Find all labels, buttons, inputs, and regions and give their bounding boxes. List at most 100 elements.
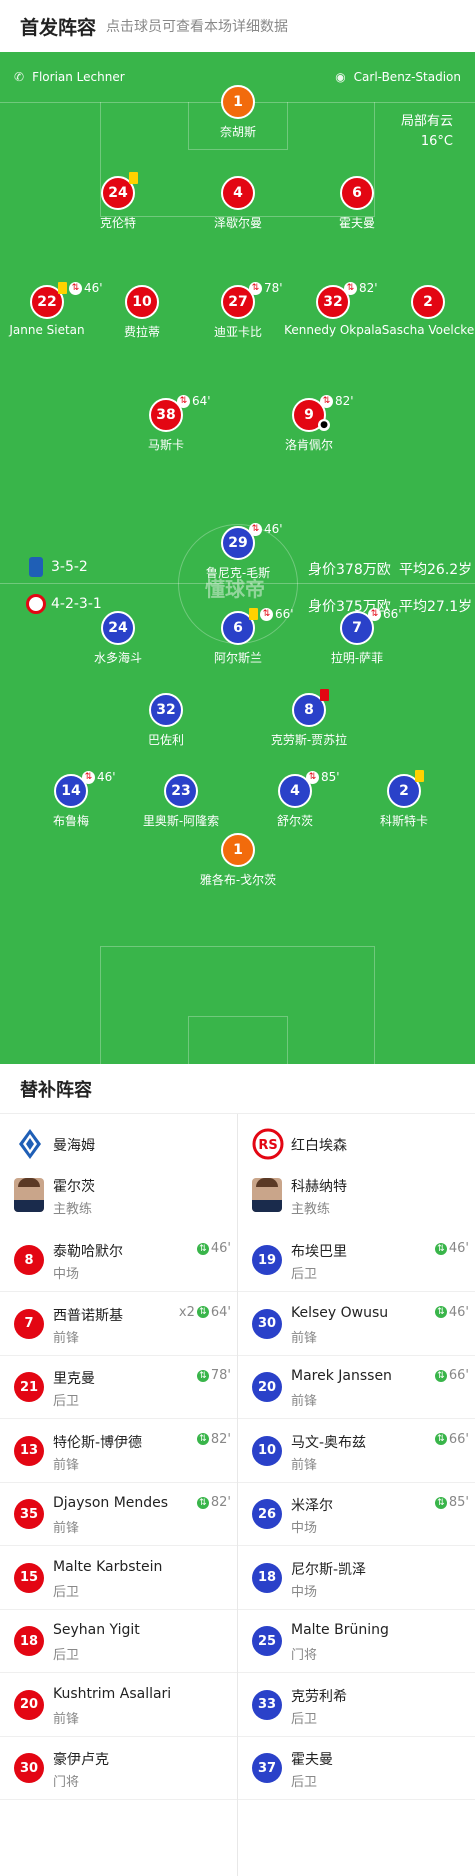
away-player-7[interactable]: 23 里奥斯-阿隆索 [126,774,236,834]
away-sub-row[interactable]: 25 Malte Brüning 门将 [238,1610,475,1673]
away-player-6[interactable]: 14 布鲁梅 ⇅ 46' [16,770,126,834]
sub-events: ⇅ 85' [434,1495,469,1510]
sub-position: 后卫 [291,1711,318,1727]
sub-out-icon: ⇅ [82,770,95,784]
sub-position: 门将 [53,1775,80,1790]
away-sub-row[interactable]: 18 尼尔斯-凯泽 中场 [238,1547,475,1610]
away-player-9[interactable]: 2 科斯特卡 [349,770,459,834]
event-minute: 66' [275,607,294,621]
player-name: Kennedy Okpala [284,323,382,337]
away-player-10[interactable]: 1 雅各布-戈尔茨 [183,833,293,893]
sub-name: Malte Brüning [291,1622,389,1638]
sub-events: ⇅ 78' [196,1368,231,1383]
referee-name: Florian Lechner [32,70,125,84]
sub-number: 18 [252,1562,282,1593]
home-player-3[interactable]: 6 霍夫曼 [302,176,412,236]
home-value: 身价378万欧 [308,562,391,578]
home-sub-row[interactable]: 30 豪伊卢克 门将 [0,1737,237,1800]
player-name: 奈胡斯 [219,125,256,139]
away-sub-row[interactable]: 20 Marek Janssen 前锋 ⇅ 66' [238,1356,475,1419]
player-name: Sascha Voelcke [381,323,475,337]
whistle-icon: ✆ [14,70,25,84]
home-coach-role: 主教练 [53,1202,93,1217]
player-events [129,172,138,184]
home-sub-row[interactable]: 18 Seyhan Yigit 后卫 [0,1610,237,1673]
home-player-0[interactable]: 1 奈胡斯 [183,85,293,145]
home-player-10[interactable]: 9 洛肯佩尔 ⇅ 82' ● [254,394,364,458]
sub-out-icon: ⇅ [249,522,262,536]
sub-position: 中场 [53,1267,80,1282]
player-events: ⇅ 66' [249,607,294,621]
referee: ✆ Florian Lechner [14,70,125,84]
player-name: 鲁尼克-毛斯 [205,566,271,580]
sub-out-icon: ⇅ [306,770,319,784]
pitch: ✆ Florian Lechner ◉ Carl-Benz-Stadion 局部有云… [0,52,475,1064]
home-player-6[interactable]: 27 迪亚卡比 ⇅ 78' [183,281,293,345]
page-header: 首发阵容 点击球员可查看本场详细数据 [0,0,475,52]
sub-in-minute: 46' [210,1241,231,1256]
sub-number: 35 [14,1499,44,1529]
sub-name: Kushtrim Asallari [53,1685,172,1702]
home-player-7[interactable]: 32 Kennedy Okpala ⇅ 82' [278,281,388,345]
sub-in-icon: ⇅ [434,1496,447,1509]
sub-name: 米泽尔 [291,1498,333,1514]
sub-number: 26 [252,1499,282,1529]
away-sub-row[interactable]: 26 米泽尔 中场 ⇅ 85' [238,1483,475,1546]
away-player-5[interactable]: 8 克劳斯-贾苏拉 [254,689,364,753]
away-player-8[interactable]: 4 舒尔茨 ⇅ 85' [240,770,350,834]
home-sub-row[interactable]: 21 里克曼 后卫 ⇅ 78' [0,1356,237,1419]
home-sub-row[interactable]: 15 Malte Karbstein 后卫 [0,1547,237,1610]
away-player-2[interactable]: 6 阿尔斯兰 ⇅ 66' [183,607,294,671]
weather-temperature: 16°C [420,134,453,149]
home-sub-row[interactable]: 8 泰勒哈默尔 中场 ⇅ 46' [0,1229,237,1292]
player-name: 迪亚卡比 [213,325,262,339]
event-minute: 85' [321,770,340,784]
away-player-1[interactable]: 24 水多海斗 [63,611,173,671]
stadium-icon: ◉ [335,70,346,84]
sub-out-icon: ⇅ [320,394,333,408]
sub-name: 特伦斯-博伊德 [53,1434,143,1451]
home-player-9[interactable]: 38 马斯卡 ⇅ 64' [111,394,221,458]
home-team-name: 曼海姆 [53,1138,95,1154]
home-sub-row[interactable]: 20 Kushtrim Asallari 前锋 [0,1674,237,1737]
player-name: 克劳斯-贾苏拉 [270,733,348,747]
player-number: 1 [221,833,255,867]
away-sub-row[interactable]: 10 马文-奥布兹 前锋 ⇅ 66' [238,1420,475,1483]
home-player-8[interactable]: 2 Sascha Voelcke [373,285,475,345]
sub-out-icon: ⇅ [249,281,262,295]
away-coach-row[interactable]: 科赫纳特 主教练 [238,1166,475,1229]
home-player-5[interactable]: 10 费拉蒂 [87,285,197,345]
away-player-4[interactable]: 32 巴佐利 [111,693,221,753]
home-player-2[interactable]: 4 泽歇尔曼 [183,176,293,236]
event-minute: 66' [383,607,402,621]
player-name: 科斯特卡 [379,814,428,828]
away-player-0[interactable]: 29 鲁尼克-毛斯 ⇅ 46' [183,522,293,586]
sub-number: 10 [252,1435,282,1466]
sub-number: 20 [14,1689,44,1720]
weather: 局部有云 16°C [401,112,453,152]
sub-name: 霍夫曼 [291,1752,333,1768]
sub-position: 前锋 [53,1711,80,1727]
away-team-row[interactable]: RS 红白埃森 [238,1118,475,1166]
sub-number: 33 [252,1689,282,1720]
player-name: 泽歇尔曼 [213,216,262,230]
home-team-row[interactable]: 曼海姆 [0,1118,237,1166]
home-sub-row[interactable]: 35 Djayson Mendes 前锋 ⇅ 82' [0,1483,237,1546]
away-sub-row[interactable]: 30 Kelsey Owusu 前锋 ⇅ 46' [238,1293,475,1356]
away-sub-row[interactable]: 37 霍夫曼 后卫 [238,1737,475,1800]
bottom-goal-box [188,1016,288,1064]
sub-in-minute: 64' [210,1304,231,1320]
home-player-1[interactable]: 24 克伦特 [63,172,173,236]
home-sub-row[interactable]: 7 西普诺斯基 前锋 x2 ⇅ 64' [0,1293,237,1356]
page-title: 首发阵容 [20,16,97,39]
sub-number: 21 [14,1372,44,1402]
stadium: ◉ Carl-Benz-Stadion [335,70,461,84]
player-events [415,770,424,782]
home-coach-row[interactable]: 霍尔茨 主教练 [0,1166,237,1229]
player-events [320,689,329,701]
yellow-card-icon [129,172,138,184]
away-sub-row[interactable]: 19 布埃巴里 后卫 ⇅ 46' [238,1229,475,1292]
home-sub-row[interactable]: 13 特伦斯-博伊德 前锋 ⇅ 82' [0,1420,237,1483]
away-player-3[interactable]: 7 拉明-萨菲 ⇅ 66' [302,607,412,671]
away-sub-row[interactable]: 33 克劳利希 后卫 [238,1674,475,1737]
